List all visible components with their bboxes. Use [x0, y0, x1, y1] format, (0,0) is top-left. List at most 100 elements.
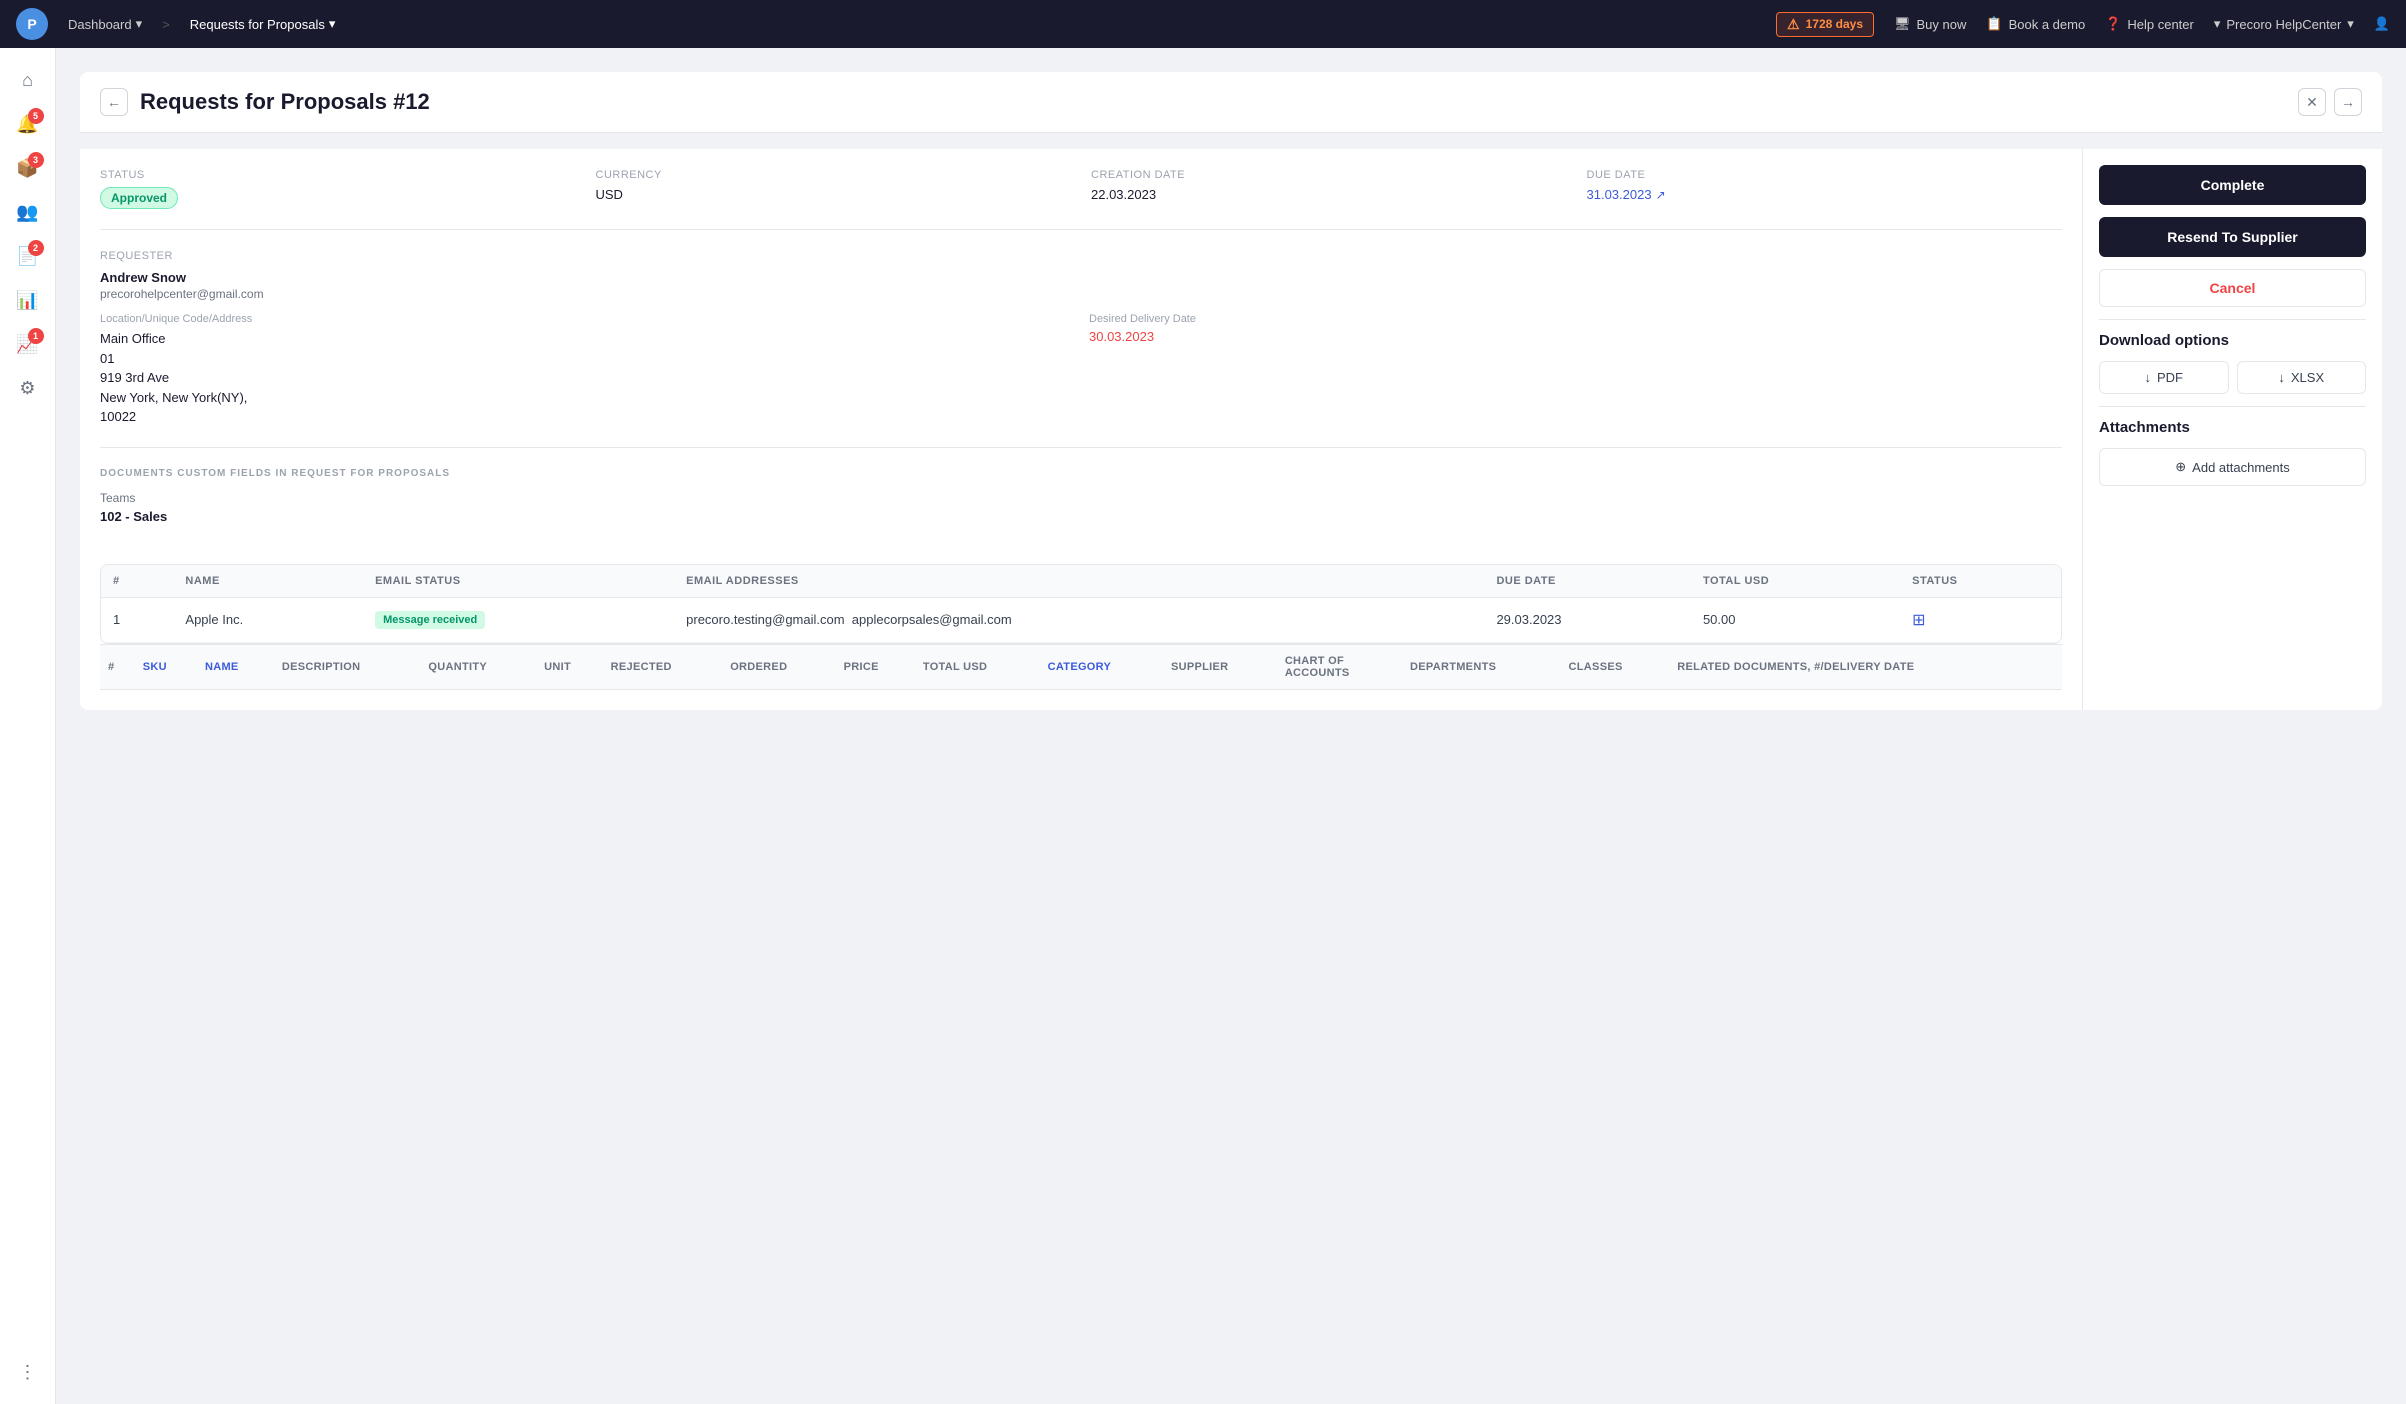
add-attachment-icon: ⊕ — [2175, 459, 2186, 475]
buy-now-link[interactable]: 🖥 Buy now — [1894, 16, 1966, 32]
analytics-badge: 1 — [28, 328, 44, 344]
currency-label: Currency — [596, 169, 1072, 181]
alert-icon: ⚠ — [1787, 16, 1800, 33]
row-email-status: Message received — [363, 597, 674, 642]
item-col-num: # — [100, 645, 135, 690]
col-total-usd: Total USD — [1691, 565, 1900, 598]
item-col-category[interactable]: Category — [1040, 645, 1163, 690]
external-link-icon: ↗ — [1656, 188, 1666, 202]
item-table-header: # SKU Name Description Quantity Unit Rej… — [100, 645, 2062, 690]
nav-rfp[interactable]: Requests for Proposals ▾ — [190, 16, 336, 32]
add-attachment-button[interactable]: ⊕ Add attachments — [2099, 448, 2366, 486]
sidebar-item-analytics[interactable]: 📈 1 — [8, 324, 48, 364]
status-badge: Approved — [100, 187, 178, 209]
col-email-addresses: Email Addresses — [674, 565, 1484, 598]
item-col-rejected: Rejected — [603, 645, 723, 690]
sidebar-item-settings[interactable]: ⚙ — [8, 368, 48, 408]
xlsx-download-button[interactable]: ↓ XLSX — [2237, 361, 2367, 394]
sidebar-item-home[interactable]: ⌂ — [8, 60, 48, 100]
cancel-button[interactable]: Cancel — [2099, 269, 2366, 307]
supplier-table-header: # Name Email Status Email Addresses Due … — [101, 565, 2061, 598]
delivery-date-label: Desired Delivery Date — [1089, 313, 2062, 325]
item-table-section: # SKU Name Description Quantity Unit Rej… — [100, 644, 2062, 690]
item-col-unit: Unit — [536, 645, 602, 690]
trial-alert[interactable]: ⚠ 1728 days — [1776, 12, 1874, 37]
location-field: Location/Unique Code/Address Main Office… — [100, 313, 1073, 427]
sidebar-item-reports[interactable]: 📊 — [8, 280, 48, 320]
page-title: Requests for Proposals #12 — [140, 89, 430, 115]
item-col-sku[interactable]: SKU — [135, 645, 197, 690]
due-date-label: Due Date — [1587, 169, 2063, 181]
documents-badge: 2 — [28, 240, 44, 256]
sidebar-item-more[interactable]: ⋮ — [8, 1352, 48, 1392]
download-section: Download options ↓ PDF ↓ XLSX — [2099, 332, 2366, 394]
back-button[interactable]: ← — [100, 88, 128, 116]
due-date-value[interactable]: 31.03.2023 ↗ — [1587, 187, 2063, 202]
download-heading: Download options — [2099, 332, 2366, 349]
document-main-panel: Status Approved Currency USD Creation Da… — [80, 149, 2082, 710]
col-name: Name — [173, 565, 363, 598]
supplier-table: # Name Email Status Email Addresses Due … — [101, 565, 2061, 643]
currency-field: Currency USD — [596, 169, 1072, 209]
custom-fields-section: DOCUMENTS CUSTOM FIELDS IN REQUEST FOR P… — [100, 468, 2062, 544]
document-content: Status Approved Currency USD Creation Da… — [80, 149, 2382, 710]
requester-email: precorohelpcenter@gmail.com — [100, 287, 2062, 301]
item-col-chart-accounts: Chart ofAccounts — [1277, 645, 1402, 690]
nav-dashboard[interactable]: Dashboard ▾ — [68, 16, 142, 32]
sidebar-item-people[interactable]: 👥 — [8, 192, 48, 232]
row-num: 1 — [101, 597, 173, 642]
row-total-usd: 50.00 — [1691, 597, 1900, 642]
app-logo[interactable]: P — [16, 8, 48, 40]
precoro-menu[interactable]: ▾ Precoro HelpCenter ▾ — [2214, 16, 2354, 32]
row-email-addresses: precoro.testing@gmail.com applecorpsales… — [674, 597, 1484, 642]
complete-button[interactable]: Complete — [2099, 165, 2366, 205]
close-button[interactable]: ✕ — [2298, 88, 2326, 116]
download-icon-pdf: ↓ — [2145, 370, 2152, 385]
item-col-supplier: Supplier — [1163, 645, 1277, 690]
orders-badge: 3 — [28, 152, 44, 168]
teams-field-value: 102 - Sales — [100, 509, 2062, 524]
attachments-section: Attachments ⊕ Add attachments — [2099, 419, 2366, 486]
status-field: Status Approved — [100, 169, 576, 209]
location-value: Main Office 01 919 3rd Ave New York, New… — [100, 329, 1073, 427]
row-doc-icon[interactable]: ⊞ — [1900, 597, 2061, 642]
document-info-grid: Status Approved Currency USD Creation Da… — [100, 169, 2062, 230]
page-header: ← Requests for Proposals #12 ✕ → — [80, 72, 2382, 133]
item-col-quantity: Quantity — [420, 645, 536, 690]
due-date-field: Due Date 31.03.2023 ↗ — [1587, 169, 2063, 209]
item-table: # SKU Name Description Quantity Unit Rej… — [100, 645, 2062, 690]
item-col-classes: Classes — [1561, 645, 1670, 690]
requester-section: Requester Andrew Snow precorohelpcenter@… — [100, 250, 2062, 448]
right-panel: Complete Resend To Supplier Cancel Downl… — [2082, 149, 2382, 710]
pdf-download-button[interactable]: ↓ PDF — [2099, 361, 2229, 394]
col-num: # — [101, 565, 173, 598]
attachments-heading: Attachments — [2099, 419, 2366, 436]
book-demo-link[interactable]: 📋 Book a demo — [1986, 16, 2085, 32]
creation-date-label: Creation Date — [1091, 169, 1567, 181]
currency-value: USD — [596, 187, 1072, 202]
sidebar-item-orders[interactable]: 📦 3 — [8, 148, 48, 188]
resend-to-supplier-button[interactable]: Resend To Supplier — [2099, 217, 2366, 257]
panel-divider-2 — [2099, 406, 2366, 407]
item-col-name[interactable]: Name — [197, 645, 274, 690]
sidebar-item-documents[interactable]: 📄 2 — [8, 236, 48, 276]
delivery-date-value: 30.03.2023 — [1089, 329, 2062, 344]
top-navigation: P Dashboard ▾ > Requests for Proposals ▾… — [0, 0, 2406, 48]
row-supplier-name: Apple Inc. — [173, 597, 363, 642]
item-col-departments: Departments — [1402, 645, 1561, 690]
item-col-ordered: Ordered — [722, 645, 835, 690]
help-center-link[interactable]: ❓ Help center — [2105, 16, 2194, 32]
expand-button[interactable]: → — [2334, 88, 2362, 116]
col-email-status: Email Status — [363, 565, 674, 598]
status-label: Status — [100, 169, 576, 181]
item-col-related-docs: Related Documents, #/Delivery Date — [1669, 645, 2062, 690]
sidebar-item-notifications[interactable]: 🔔 5 — [8, 104, 48, 144]
user-menu[interactable]: 👤 — [2374, 16, 2390, 32]
col-status: Status — [1900, 565, 2061, 598]
download-buttons: ↓ PDF ↓ XLSX — [2099, 361, 2366, 394]
teams-field-label: Teams — [100, 491, 2062, 505]
creation-date-field: Creation Date 22.03.2023 — [1091, 169, 1567, 209]
document-view-icon[interactable]: ⊞ — [1912, 612, 1925, 629]
col-due-date: Due Date — [1484, 565, 1691, 598]
table-row: 1 Apple Inc. Message received precoro.te… — [101, 597, 2061, 642]
